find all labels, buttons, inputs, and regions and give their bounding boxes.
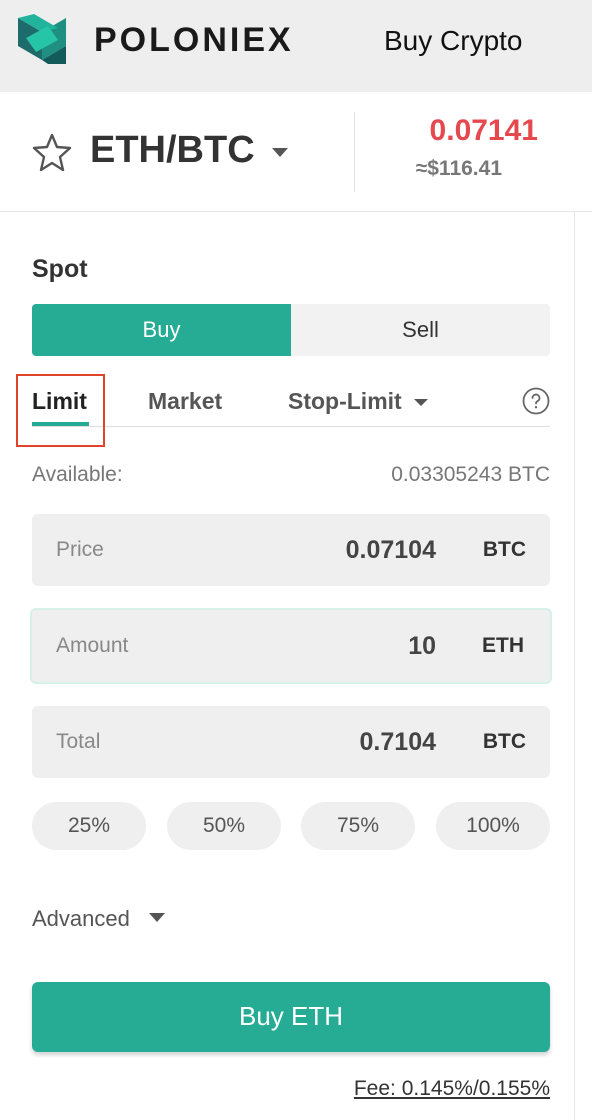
help-icon[interactable]	[522, 387, 550, 415]
pair-selector[interactable]: ETH/BTC	[90, 128, 255, 172]
usd-price: ≈$116.41	[415, 157, 502, 180]
buy-side-button[interactable]: Buy	[32, 304, 291, 356]
tab-market[interactable]: Market	[148, 386, 222, 416]
total-unit: BTC	[482, 730, 526, 753]
panel-divider	[574, 212, 575, 1120]
tabs-divider	[32, 426, 550, 427]
price-unit: BTC	[482, 538, 526, 561]
buy-crypto-link[interactable]: Buy Crypto	[384, 24, 523, 58]
pair-header: ETH/BTC 0.07141 ≈$116.41	[0, 92, 592, 212]
total-input[interactable]: 0.7104	[360, 727, 436, 757]
star-outline-icon[interactable]	[32, 132, 72, 172]
percent-75-button[interactable]: 75%	[301, 802, 415, 850]
price-label: Price	[56, 538, 104, 561]
tab-stop-limit[interactable]: Stop-Limit	[288, 386, 402, 416]
fee-link[interactable]: Fee: 0.145%/0.155%	[354, 1076, 550, 1102]
divider	[354, 112, 355, 192]
sell-side-button[interactable]: Sell	[291, 304, 550, 356]
chevron-down-icon[interactable]	[272, 148, 288, 157]
top-bar: POLONIEX Buy Crypto	[0, 0, 592, 92]
section-title: Spot	[32, 255, 88, 283]
side-toggle: Buy Sell	[32, 304, 550, 356]
chevron-down-icon[interactable]	[149, 913, 165, 922]
highlight-box	[16, 374, 105, 447]
percent-100-button[interactable]: 100%	[436, 802, 550, 850]
available-value: 0.03305243 BTC	[391, 463, 550, 486]
price-input[interactable]: 0.07104	[346, 535, 436, 565]
amount-input[interactable]: 10	[408, 631, 436, 661]
price-field[interactable]: Price 0.07104 BTC	[32, 514, 550, 586]
last-price: 0.07141	[429, 114, 538, 147]
advanced-toggle[interactable]: Advanced	[32, 906, 130, 932]
amount-field[interactable]: Amount 10 ETH	[30, 608, 552, 684]
total-label: Total	[56, 730, 101, 753]
chevron-down-icon[interactable]	[414, 399, 428, 406]
brand-name[interactable]: POLONIEX	[94, 22, 294, 58]
total-field[interactable]: Total 0.7104 BTC	[32, 706, 550, 778]
buy-eth-button[interactable]: Buy ETH	[32, 982, 550, 1052]
amount-label: Amount	[56, 634, 129, 657]
available-label: Available:	[32, 463, 123, 486]
percent-25-button[interactable]: 25%	[32, 802, 146, 850]
percent-50-button[interactable]: 50%	[167, 802, 281, 850]
poloniex-logo-icon[interactable]	[18, 14, 66, 64]
amount-unit: ETH	[482, 634, 524, 657]
